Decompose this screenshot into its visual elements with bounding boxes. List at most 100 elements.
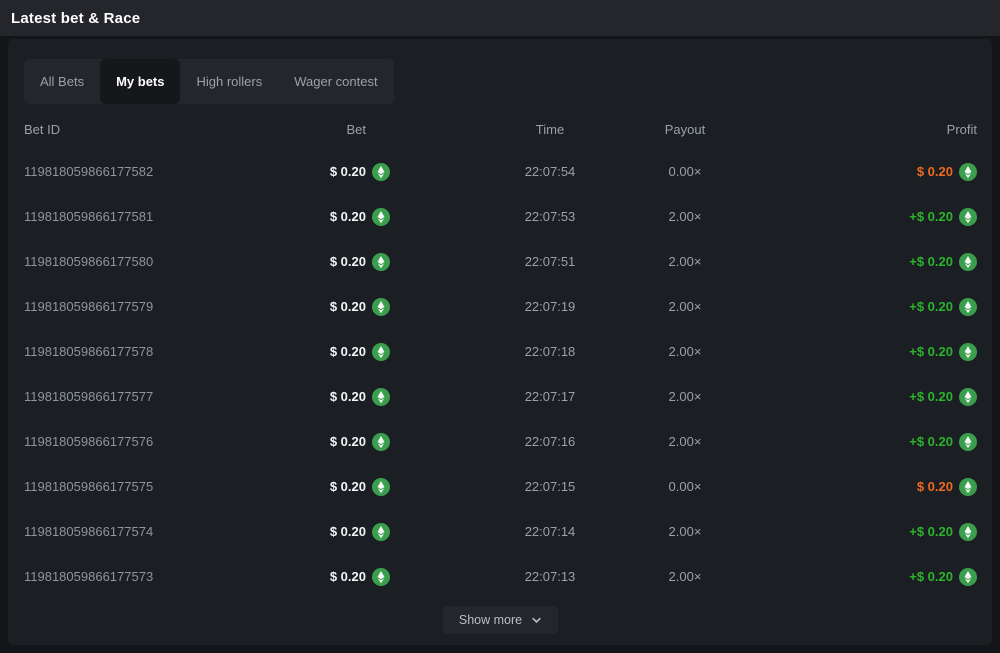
bet-amount: $ 0.20 (330, 254, 366, 269)
eth-coin-icon (959, 433, 977, 451)
bet-amount-cell: $ 0.20 (254, 253, 390, 271)
bet-payout-cell: 0.00× (640, 479, 730, 494)
bet-profit-cell: $ 0.20 (730, 163, 977, 181)
bet-row[interactable]: 119818059866177580 $ 0.20 22:07:51 2.00×… (24, 239, 977, 284)
bet-time-cell: 22:07:13 (460, 569, 640, 584)
bet-payout-cell: 2.00× (640, 524, 730, 539)
bet-payout-cell: 2.00× (640, 569, 730, 584)
eth-coin-icon (959, 388, 977, 406)
bet-profit-amount: +$ 0.20 (909, 389, 953, 404)
bet-amount-cell: $ 0.20 (254, 388, 390, 406)
bet-row[interactable]: 119818059866177573 $ 0.20 22:07:13 2.00×… (24, 554, 977, 599)
bet-time-cell: 22:07:51 (460, 254, 640, 269)
bet-amount: $ 0.20 (330, 209, 366, 224)
bet-row[interactable]: 119818059866177581 $ 0.20 22:07:53 2.00×… (24, 194, 977, 239)
bet-amount-cell: $ 0.20 (254, 343, 390, 361)
bets-table-body: 119818059866177582 $ 0.20 22:07:54 0.00×… (24, 149, 977, 599)
bet-row[interactable]: 119818059866177578 $ 0.20 22:07:18 2.00×… (24, 329, 977, 374)
eth-coin-icon (372, 388, 390, 406)
bet-time-cell: 22:07:19 (460, 299, 640, 314)
page-title: Latest bet & Race (11, 10, 140, 27)
bet-profit-amount: +$ 0.20 (909, 434, 953, 449)
bet-profit-cell: +$ 0.20 (730, 253, 977, 271)
eth-coin-icon (372, 298, 390, 316)
bet-amount-cell: $ 0.20 (254, 208, 390, 226)
bet-amount-cell: $ 0.20 (254, 568, 390, 586)
bet-row[interactable]: 119818059866177576 $ 0.20 22:07:16 2.00×… (24, 419, 977, 464)
tab-wager-contest[interactable]: Wager contest (278, 59, 393, 104)
bet-payout-cell: 2.00× (640, 299, 730, 314)
col-header-time: Time (460, 122, 640, 137)
bet-amount: $ 0.20 (330, 344, 366, 359)
bet-profit-cell: +$ 0.20 (730, 388, 977, 406)
eth-coin-icon (372, 208, 390, 226)
bet-id-cell: 119818059866177579 (24, 299, 254, 314)
eth-coin-icon (372, 523, 390, 541)
bet-row[interactable]: 119818059866177579 $ 0.20 22:07:19 2.00×… (24, 284, 977, 329)
bet-time-cell: 22:07:16 (460, 434, 640, 449)
bet-profit-amount: $ 0.20 (917, 164, 953, 179)
show-more-label: Show more (459, 613, 522, 627)
bet-amount: $ 0.20 (330, 434, 366, 449)
show-more-container: Show more (24, 606, 977, 634)
tab-high-rollers[interactable]: High rollers (180, 59, 278, 104)
bet-profit-amount: +$ 0.20 (909, 344, 953, 359)
col-header-bet-id: Bet ID (24, 122, 254, 137)
bet-amount: $ 0.20 (330, 164, 366, 179)
eth-coin-icon (959, 478, 977, 496)
bet-id-cell: 119818059866177578 (24, 344, 254, 359)
bet-row[interactable]: 119818059866177577 $ 0.20 22:07:17 2.00×… (24, 374, 977, 419)
page-header: Latest bet & Race (0, 0, 1000, 36)
eth-coin-icon (372, 253, 390, 271)
bet-profit-amount: $ 0.20 (917, 479, 953, 494)
bet-amount: $ 0.20 (330, 299, 366, 314)
eth-coin-icon (959, 523, 977, 541)
bet-payout-cell: 0.00× (640, 164, 730, 179)
bet-amount: $ 0.20 (330, 389, 366, 404)
bet-row[interactable]: 119818059866177582 $ 0.20 22:07:54 0.00×… (24, 149, 977, 194)
eth-coin-icon (372, 433, 390, 451)
latest-bets-panel: All Bets My bets High rollers Wager cont… (8, 39, 992, 645)
bet-id-cell: 119818059866177581 (24, 209, 254, 224)
bet-id-cell: 119818059866177573 (24, 569, 254, 584)
bet-id-cell: 119818059866177576 (24, 434, 254, 449)
bet-amount-cell: $ 0.20 (254, 163, 390, 181)
bet-payout-cell: 2.00× (640, 344, 730, 359)
bet-profit-cell: +$ 0.20 (730, 208, 977, 226)
bet-id-cell: 119818059866177580 (24, 254, 254, 269)
bet-payout-cell: 2.00× (640, 434, 730, 449)
bet-time-cell: 22:07:14 (460, 524, 640, 539)
bet-time-cell: 22:07:53 (460, 209, 640, 224)
bet-profit-amount: +$ 0.20 (909, 254, 953, 269)
bet-payout-cell: 2.00× (640, 209, 730, 224)
bet-profit-cell: +$ 0.20 (730, 568, 977, 586)
bet-profit-amount: +$ 0.20 (909, 299, 953, 314)
eth-coin-icon (959, 568, 977, 586)
tab-all-bets[interactable]: All Bets (24, 59, 100, 104)
bet-profit-cell: +$ 0.20 (730, 343, 977, 361)
tab-my-bets[interactable]: My bets (100, 59, 180, 104)
eth-coin-icon (372, 568, 390, 586)
col-header-payout: Payout (640, 122, 730, 137)
bet-amount-cell: $ 0.20 (254, 478, 390, 496)
eth-coin-icon (372, 343, 390, 361)
bet-time-cell: 22:07:15 (460, 479, 640, 494)
show-more-button[interactable]: Show more (443, 606, 558, 634)
bet-amount-cell: $ 0.20 (254, 433, 390, 451)
bet-payout-cell: 2.00× (640, 389, 730, 404)
bet-time-cell: 22:07:17 (460, 389, 640, 404)
bet-tabs: All Bets My bets High rollers Wager cont… (24, 59, 394, 104)
eth-coin-icon (959, 208, 977, 226)
col-header-profit: Profit (730, 122, 977, 137)
bet-profit-cell: +$ 0.20 (730, 523, 977, 541)
bet-row[interactable]: 119818059866177574 $ 0.20 22:07:14 2.00×… (24, 509, 977, 554)
bet-profit-amount: +$ 0.20 (909, 569, 953, 584)
bet-row[interactable]: 119818059866177575 $ 0.20 22:07:15 0.00×… (24, 464, 977, 509)
bet-amount-cell: $ 0.20 (254, 298, 390, 316)
col-header-bet: Bet (254, 122, 390, 137)
eth-coin-icon (959, 253, 977, 271)
bet-amount: $ 0.20 (330, 479, 366, 494)
eth-coin-icon (959, 343, 977, 361)
bet-id-cell: 119818059866177577 (24, 389, 254, 404)
bet-profit-cell: $ 0.20 (730, 478, 977, 496)
